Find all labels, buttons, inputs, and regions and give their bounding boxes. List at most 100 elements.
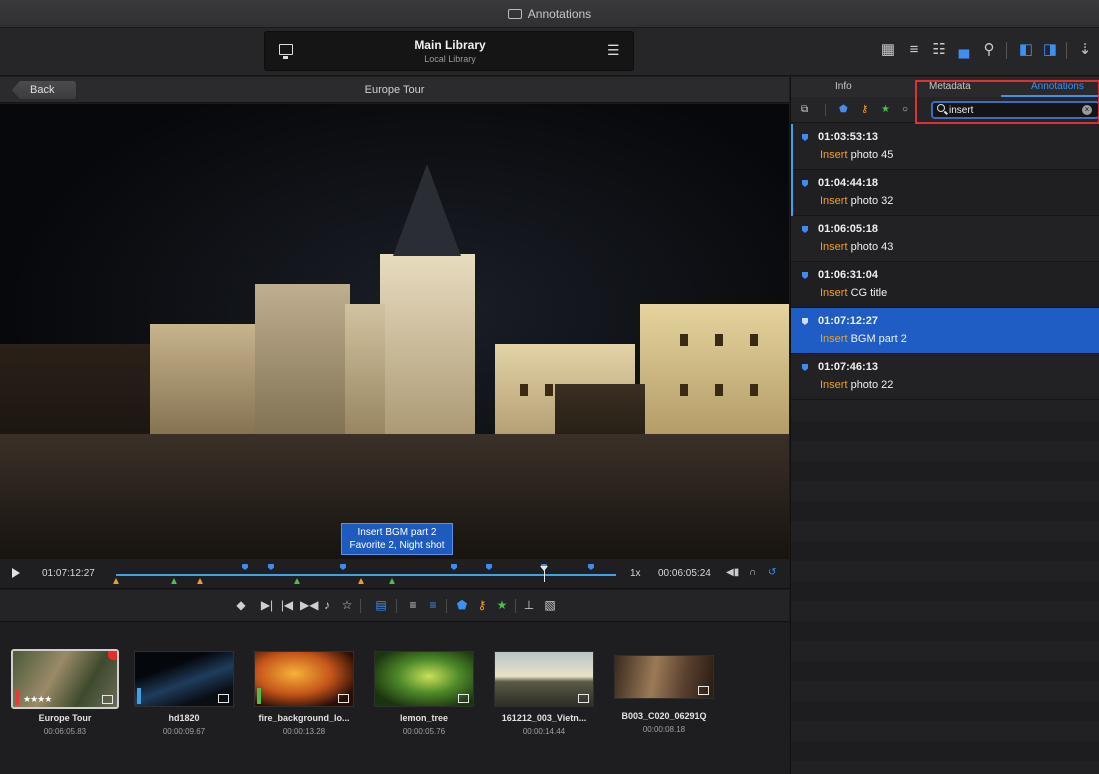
play-icon[interactable] (12, 568, 20, 578)
tab-info[interactable]: Info (835, 81, 852, 92)
detail-list-icon[interactable]: ☷ (931, 42, 947, 58)
annotation-row-selected[interactable]: 01:07:12:27 Insert BGM part 2 (791, 308, 1099, 354)
toolstrip-divider (446, 599, 447, 613)
filmstrip-view-icon[interactable]: ▄ (956, 42, 972, 58)
flag-icon[interactable]: ⬟ (455, 598, 469, 612)
annotation-toolbar: ◆ ▶| |◀ ▶◀ ♪ ☆ ▤ ≡ ≡ ⬟ ⚷ ★ ⊥ ▧ (0, 590, 789, 622)
comment-icon[interactable]: ▤ (374, 598, 388, 612)
marker-blue[interactable] (588, 564, 594, 570)
rating-stars: ★★★★ (23, 694, 52, 704)
export-icon[interactable]: ⧉ (801, 104, 808, 115)
marker-orange[interactable] (113, 578, 119, 584)
annotation-rest: photo 32 (847, 195, 894, 207)
marker-blue[interactable] (486, 564, 492, 570)
clip-name: 161212_003_Vietn... (501, 713, 587, 723)
marker-orange[interactable] (197, 578, 203, 584)
playhead[interactable] (540, 566, 548, 582)
marker-blue[interactable] (340, 564, 346, 570)
add-marker-icon[interactable]: ◆ (234, 598, 248, 612)
clip-thumbnail[interactable] (254, 651, 354, 707)
marker-blue[interactable] (451, 564, 457, 570)
marker-green[interactable] (389, 578, 395, 584)
video-viewer[interactable]: Insert BGM part 2 Favorite 2, Night shot (0, 104, 789, 559)
clip-thumbnail[interactable] (134, 651, 234, 707)
clip-thumbnail[interactable] (614, 655, 714, 699)
annotation-text: Insert photo 32 (820, 195, 893, 207)
sort-icon[interactable]: ⇣ (1077, 42, 1093, 58)
list-view-icon[interactable]: ≡ (906, 42, 922, 58)
favorite-icon[interactable]: ☆ (340, 598, 354, 612)
flag-filter-icon[interactable]: ⬟ (839, 104, 848, 115)
clip-thumbnail[interactable]: ★★★★ (11, 649, 119, 709)
film-icon (458, 694, 469, 703)
filter-divider (825, 104, 826, 116)
right-panel-toggle-icon[interactable]: ◨ (1042, 42, 1058, 58)
marker-green[interactable] (171, 578, 177, 584)
checklist-icon[interactable]: ☰ (607, 43, 621, 57)
back-button[interactable]: Back (12, 81, 76, 99)
flag-icon (802, 134, 808, 141)
playback-speed[interactable]: 1x (630, 568, 641, 579)
circle-filter-icon[interactable]: ○ (902, 104, 908, 115)
tag-icon[interactable]: ♪ (320, 598, 334, 612)
mark-in-icon[interactable]: ▶| (260, 598, 274, 612)
highlight-outline (915, 80, 1099, 124)
flag-icon (802, 364, 808, 371)
annotation-text: Insert photo 45 (820, 149, 893, 161)
annotation-text: Insert BGM part 2 (820, 333, 907, 345)
marker-blue[interactable] (242, 564, 248, 570)
row-accent (791, 170, 793, 216)
color-label-bar (137, 688, 141, 704)
left-panel-toggle-icon[interactable]: ◧ (1018, 42, 1034, 58)
key-filter-icon[interactable]: ⚷ (861, 104, 868, 115)
video-window (750, 334, 758, 346)
empty-list-area (791, 401, 1099, 774)
text-align-icon[interactable]: ≡ (406, 598, 420, 612)
marker-orange[interactable] (358, 578, 364, 584)
annotation-row[interactable]: 01:03:53:13 Insert photo 45 (791, 124, 1099, 170)
clip-duration: 00:00:13.28 (282, 727, 326, 736)
map-pin-icon[interactable]: ⚲ (981, 42, 997, 58)
film-icon (338, 694, 349, 703)
video-tower (380, 254, 475, 464)
export-icon[interactable]: ⊥ (522, 598, 536, 612)
headphones-icon[interactable]: ∩ (749, 567, 756, 578)
timeline-bar: 01:07:12:27 1x 00:06:05:24 ◀︎▮ ∩ ↺ (0, 559, 789, 589)
star-filter-icon[interactable]: ★ (881, 104, 890, 115)
annotation-row[interactable]: 01:07:46:13 Insert photo 22 (791, 354, 1099, 400)
match-highlight: Insert (820, 195, 848, 207)
marker-green[interactable] (294, 578, 300, 584)
mark-out-icon[interactable]: |◀ (280, 598, 294, 612)
annotation-caption: Insert BGM part 2 Favorite 2, Night shot (341, 523, 453, 555)
film-icon (578, 694, 589, 703)
annotation-row[interactable]: 01:06:31:04 Insert CG title (791, 262, 1099, 308)
viewer-title: Europe Tour (364, 84, 425, 96)
marker-corner-icon (108, 651, 117, 660)
video-window (715, 384, 723, 396)
star-icon[interactable]: ★ (495, 598, 509, 612)
marker-blue[interactable] (268, 564, 274, 570)
toolstrip-divider (515, 599, 516, 613)
text-list-icon[interactable]: ≡ (426, 598, 440, 612)
loop-icon[interactable]: ↺ (768, 567, 776, 578)
annotation-row[interactable]: 01:06:05:18 Insert photo 43 (791, 216, 1099, 262)
timeline-track[interactable] (116, 574, 616, 576)
grid-view-icon[interactable]: ▦ (880, 42, 896, 58)
clip-thumbnail[interactable] (494, 651, 594, 707)
clip-name: lemon_tree (399, 713, 449, 723)
snapshot-icon[interactable]: ▧ (543, 598, 557, 612)
match-highlight: Insert (820, 287, 848, 299)
flag-icon (802, 226, 808, 233)
clip-duration: 00:00:14.44 (522, 727, 566, 736)
flag-icon (802, 180, 808, 187)
library-selector[interactable]: Main Library Local Library ☰ (264, 31, 634, 71)
current-timecode: 01:07:12:27 (42, 568, 95, 579)
toolstrip-divider (360, 599, 361, 613)
clip-thumbnail[interactable] (374, 651, 474, 707)
video-building (255, 284, 350, 454)
clear-range-icon[interactable]: ▶◀ (300, 598, 318, 612)
annotation-row[interactable]: 01:04:44:18 Insert photo 32 (791, 170, 1099, 216)
volume-icon[interactable]: ◀︎▮ (726, 567, 739, 578)
key-icon[interactable]: ⚷ (475, 598, 489, 612)
clip-duration: 00:00:09.67 (162, 727, 206, 736)
